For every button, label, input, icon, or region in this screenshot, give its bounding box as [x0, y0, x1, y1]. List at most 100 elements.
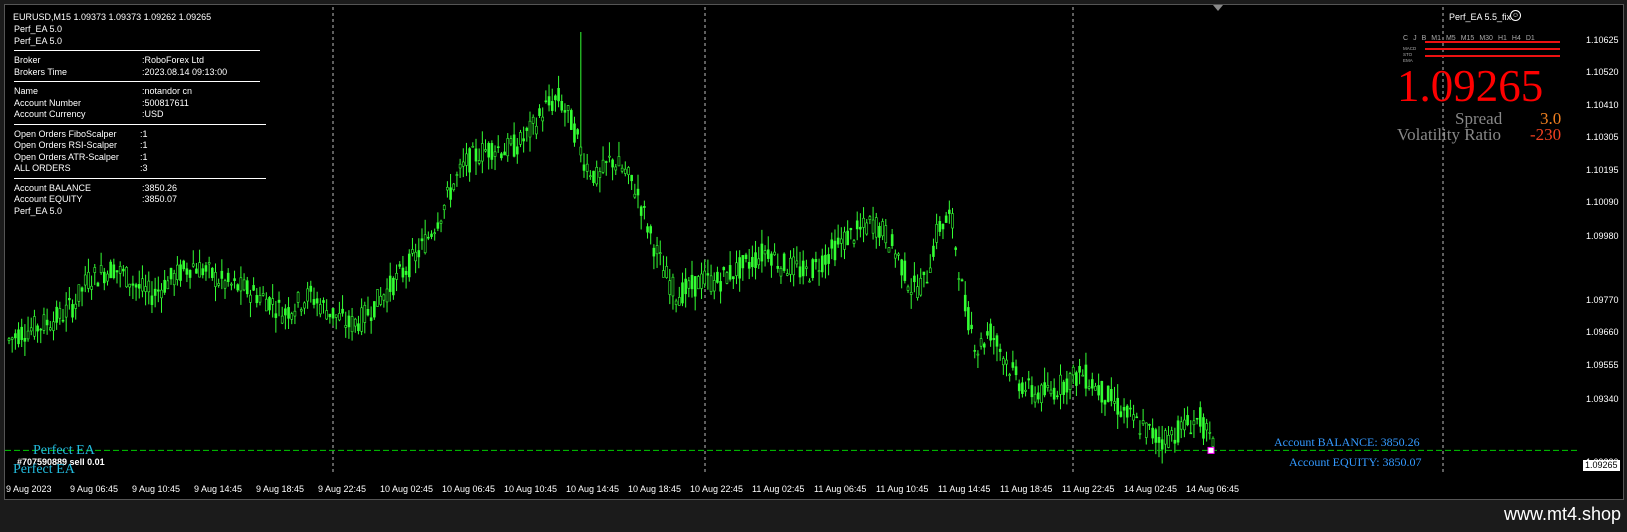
- candle-body: [446, 186, 449, 191]
- candle-body: [646, 226, 649, 233]
- candle-body: [528, 120, 532, 138]
- candle-body: [547, 96, 551, 106]
- time-tick: 11 Aug 18:45: [1000, 484, 1053, 494]
- candle-body: [195, 268, 198, 274]
- candle-body: [636, 188, 640, 196]
- candle-body: [265, 298, 268, 312]
- timeframe-c[interactable]: C: [1403, 35, 1408, 42]
- info-row: Open Orders FiboScalper:1: [14, 129, 266, 141]
- candle-body: [560, 100, 564, 111]
- candle-body: [798, 266, 802, 278]
- candle-body: [684, 278, 687, 295]
- candle-body: [150, 295, 154, 305]
- candle-body: [191, 263, 195, 267]
- account-balance-overlay: Account BALANCE: 3850.26: [1274, 435, 1420, 449]
- candle-body: [363, 305, 367, 323]
- candle-body: [118, 266, 122, 274]
- candle-body: [1195, 417, 1199, 420]
- candle-body: [649, 226, 653, 234]
- candle-body: [986, 331, 989, 336]
- candle-body: [290, 313, 294, 320]
- candle-body: [87, 271, 90, 289]
- candle-body: [674, 300, 678, 305]
- time-tick: 11 Aug 22:45: [1062, 484, 1115, 494]
- candle-body: [1132, 414, 1135, 421]
- info-value: :1: [140, 128, 148, 139]
- candle-body: [80, 287, 84, 292]
- candle-body: [712, 280, 716, 292]
- candle-body: [579, 146, 583, 156]
- candle-body: [608, 155, 611, 158]
- time-tick: 9 Aug 10:45: [132, 484, 181, 494]
- candle-body: [763, 250, 767, 255]
- candle-body: [566, 105, 570, 111]
- candle-body: [725, 272, 729, 284]
- timeframe-j[interactable]: J: [1413, 35, 1417, 42]
- candle-body: [601, 159, 605, 173]
- candle-body: [433, 232, 436, 235]
- price-chart[interactable]: EURUSD,M15 1.09373 1.09373 1.09262 1.092…: [4, 4, 1624, 500]
- candle-body: [1021, 382, 1024, 394]
- candle-body: [932, 245, 935, 257]
- candle-body: [500, 153, 503, 159]
- candle-body: [163, 279, 166, 293]
- candle-body: [658, 252, 662, 254]
- candle-body: [1129, 407, 1132, 410]
- candle-body: [998, 348, 1002, 352]
- candle-body: [1192, 420, 1196, 426]
- candle-body: [366, 309, 370, 316]
- candle-body: [732, 276, 735, 280]
- order-marker[interactable]: [1207, 446, 1215, 454]
- candle-body: [776, 265, 780, 269]
- perfect-ea-label: Perfect EA: [13, 462, 75, 477]
- price-tick: 1.10625: [1586, 35, 1619, 45]
- candle-body: [74, 303, 78, 309]
- candle-body: [903, 260, 907, 281]
- candle-body: [741, 255, 745, 269]
- info-value: :500817611: [142, 97, 189, 108]
- candle-body: [42, 314, 46, 331]
- candle-body: [706, 273, 710, 276]
- candle-body: [836, 237, 840, 245]
- candle-body: [280, 315, 284, 324]
- separator: [14, 123, 266, 125]
- info-row: Account Currency:USD: [14, 109, 266, 121]
- candle-body: [496, 146, 500, 148]
- candle-body: [83, 274, 87, 286]
- candle-body: [48, 327, 52, 331]
- candle-body: [17, 329, 20, 345]
- candle-body: [39, 328, 43, 331]
- candle-body: [614, 166, 618, 171]
- price-tick: 1.10195: [1586, 165, 1619, 175]
- price-tick: 1.09340: [1586, 394, 1619, 404]
- candle-body: [29, 327, 33, 332]
- candle-body: [840, 238, 843, 244]
- candle-body: [852, 240, 856, 244]
- info-value: :notandor cn: [142, 86, 193, 96]
- candle-body: [1167, 435, 1170, 448]
- candle-body: [309, 285, 313, 292]
- candle-body: [900, 259, 903, 276]
- candle-body: [284, 308, 287, 316]
- time-tick: 10 Aug 06:45: [442, 484, 496, 494]
- volatility-label: Volatility Ratio: [1397, 125, 1502, 144]
- candle-body: [58, 308, 62, 319]
- chart-shift-marker[interactable]: [1213, 5, 1223, 11]
- big-price-display: 1.09265: [1397, 61, 1544, 111]
- ea-smiley-icon[interactable]: ☺: [1510, 10, 1521, 21]
- volatility-value: -230: [1530, 125, 1562, 144]
- candle-body: [928, 267, 932, 273]
- candle-body: [99, 265, 103, 273]
- candle-body: [134, 284, 138, 288]
- time-tick: 10 Aug 14:45: [566, 484, 620, 494]
- time-tick: 11 Aug 02:45: [752, 484, 805, 494]
- candle-body: [976, 353, 980, 356]
- candle-body: [598, 171, 602, 178]
- candle-body: [226, 272, 230, 282]
- candle-body: [1014, 366, 1018, 376]
- candle-body: [131, 283, 135, 286]
- candle-body: [137, 284, 141, 289]
- candle-body: [681, 282, 684, 304]
- price-tick: 1.10090: [1586, 197, 1619, 207]
- candle-body: [360, 307, 363, 332]
